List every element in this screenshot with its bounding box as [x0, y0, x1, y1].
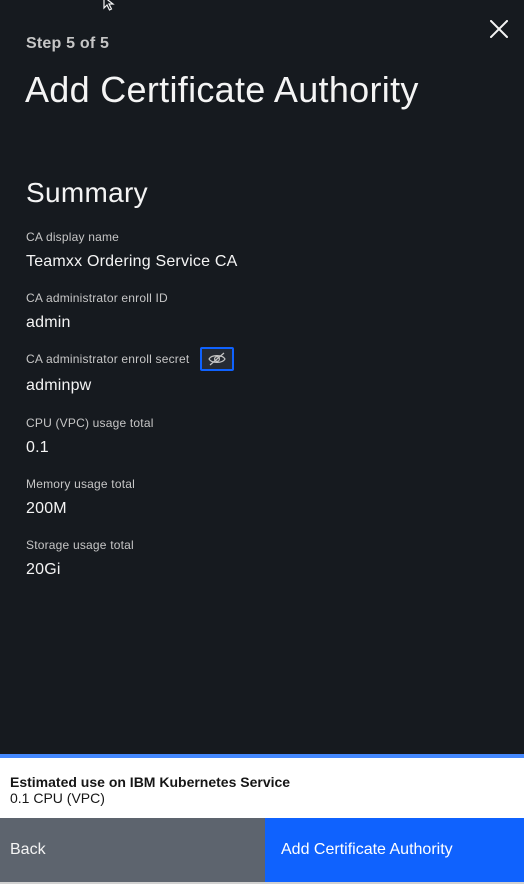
field-value: 0.1 [26, 439, 49, 456]
mouse-cursor-icon [103, 0, 115, 11]
field-memory-usage-total: Memory usage total 200M [26, 476, 135, 518]
field-ca-display-name: CA display name Teamxx Ordering Service … [26, 229, 238, 271]
add-ca-side-panel: Step 5 of 5 Add Certificate Authority Su… [0, 0, 524, 884]
close-icon [490, 20, 508, 38]
eye-slash-icon [208, 352, 226, 366]
estimate-title: Estimated use on IBM Kubernetes Service [10, 774, 291, 790]
field-cpu-usage-total: CPU (VPC) usage total 0.1 [26, 415, 154, 457]
toggle-secret-visibility-button[interactable] [200, 347, 234, 371]
field-label: Memory usage total [26, 477, 135, 491]
estimate-value: 0.1 CPU (VPC) [10, 790, 105, 806]
field-label: CPU (VPC) usage total [26, 416, 154, 430]
panel-footer: Back Add Certificate Authority [0, 818, 524, 884]
field-label: CA administrator enroll ID [26, 291, 168, 305]
field-ca-admin-enroll-id: CA administrator enroll ID admin [26, 290, 168, 332]
field-label: CA administrator enroll secret [26, 352, 190, 366]
add-certificate-authority-button[interactable]: Add Certificate Authority [265, 818, 524, 882]
field-value: admin [26, 314, 71, 331]
panel-title: Add Certificate Authority [25, 69, 419, 110]
field-ca-admin-enroll-secret: CA administrator enroll secret adminpw [26, 347, 234, 395]
usage-estimate-bar: Estimated use on IBM Kubernetes Service … [0, 754, 524, 818]
summary-heading: Summary [26, 177, 148, 208]
field-value: Teamxx Ordering Service CA [26, 253, 238, 270]
field-value: adminpw [26, 377, 92, 394]
back-button[interactable]: Back [0, 818, 265, 882]
field-label: Storage usage total [26, 538, 134, 552]
field-value: 20Gi [26, 561, 61, 578]
field-storage-usage-total: Storage usage total 20Gi [26, 537, 134, 579]
field-label: CA display name [26, 230, 120, 244]
close-button[interactable] [486, 16, 512, 42]
field-value: 200M [26, 500, 67, 517]
step-indicator: Step 5 of 5 [26, 35, 110, 52]
